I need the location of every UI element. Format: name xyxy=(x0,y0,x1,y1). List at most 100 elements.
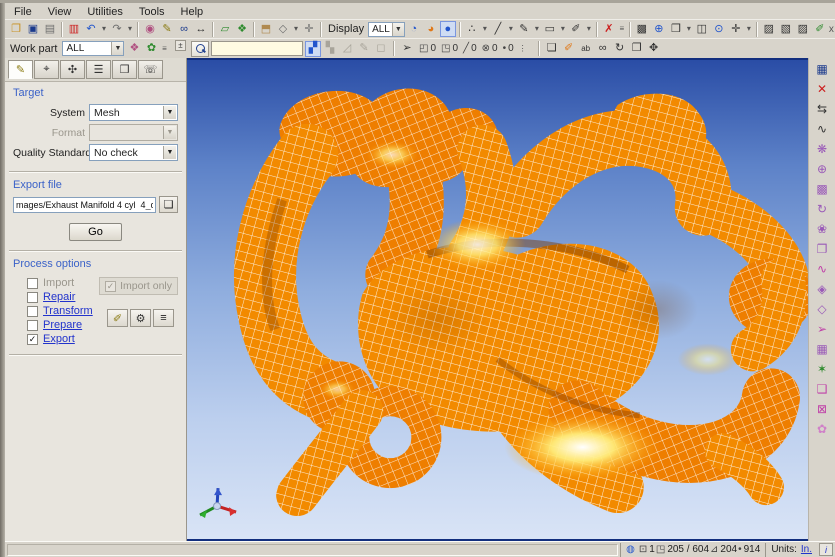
export-link[interactable]: Export xyxy=(43,333,75,345)
toolbar-close-icon[interactable]: x xyxy=(829,22,834,37)
filter-edge-icon[interactable]: ◿ xyxy=(339,41,355,57)
menu-utilities[interactable]: Utilities xyxy=(80,6,129,18)
log-button[interactable]: ✐ xyxy=(107,309,128,327)
mesh-check-icon[interactable]: ❑ xyxy=(813,381,831,397)
filter-point-icon[interactable]: ◻ xyxy=(373,41,389,57)
window-menu-arrow[interactable]: ▾ xyxy=(685,21,693,37)
line-menu-arrow[interactable]: ▾ xyxy=(507,21,515,37)
menu-tools[interactable]: Tools xyxy=(132,6,172,18)
new-note-icon[interactable]: ❏ xyxy=(544,41,560,57)
table-display-icon[interactable]: ▦ xyxy=(813,61,831,77)
browse-file-button[interactable]: ❏ xyxy=(159,196,178,213)
facet-view-icon[interactable]: ◕ xyxy=(423,21,439,37)
window-icon[interactable]: ❒ xyxy=(668,21,684,37)
import-label[interactable]: Import xyxy=(43,277,74,289)
chevron-down-icon[interactable]: ▼ xyxy=(111,42,123,55)
import-checkbox[interactable] xyxy=(27,278,38,289)
refresh-icon[interactable]: ✥ xyxy=(646,41,662,57)
spline-tool-icon[interactable]: ✐ xyxy=(568,21,584,37)
menu-file[interactable]: File xyxy=(7,6,39,18)
mesh-surface-icon[interactable]: ❋ xyxy=(813,141,831,157)
smooth-curve-icon[interactable]: ∿ xyxy=(813,121,831,137)
assembly-icon[interactable]: ❖ xyxy=(126,41,142,57)
paint-icon[interactable]: ✐ xyxy=(561,41,577,57)
selection-more-icon[interactable]: ⋮ xyxy=(518,41,528,57)
filter-face-icon[interactable]: ▚ xyxy=(322,41,338,57)
mesh-plane-icon[interactable]: ◇ xyxy=(813,301,831,317)
mesh-grid-icon[interactable]: ▦ xyxy=(813,341,831,357)
chevron-down-icon[interactable]: ▼ xyxy=(392,23,404,36)
print-icon[interactable]: ▤ xyxy=(42,21,58,37)
cursor-select-icon[interactable]: ➢ xyxy=(399,41,415,57)
snap-off-icon[interactable]: ✗ xyxy=(601,21,617,37)
texture-c-icon[interactable]: ▨ xyxy=(795,21,811,37)
sketch-icon[interactable]: ▱ xyxy=(217,21,233,37)
curve-menu-arrow[interactable]: ▾ xyxy=(533,21,541,37)
tab-contact[interactable]: ☏ xyxy=(138,60,163,79)
export-checkbox[interactable]: ✓ xyxy=(27,334,38,345)
block-icon[interactable]: ◇ xyxy=(275,21,291,37)
mesh-layer-icon[interactable]: ▩ xyxy=(813,181,831,197)
texture-a-icon[interactable]: ▨ xyxy=(761,21,777,37)
swap-edge-icon[interactable]: ⇆ xyxy=(813,101,831,117)
system-select[interactable]: Mesh ▼ xyxy=(89,104,178,121)
save-icon[interactable]: ▣ xyxy=(25,21,41,37)
tab-options[interactable]: ☰ xyxy=(86,60,111,79)
line-tool-icon[interactable]: ╱ xyxy=(490,21,506,37)
snap-more-icon[interactable]: ≡ xyxy=(618,21,626,37)
redo-menu-arrow[interactable]: ▾ xyxy=(126,21,134,37)
extrude-icon[interactable]: ⬒ xyxy=(258,21,274,37)
block-menu-arrow[interactable]: ▾ xyxy=(292,21,300,37)
rotate-icon[interactable]: ↻ xyxy=(612,41,628,57)
menu-view[interactable]: View xyxy=(41,6,79,18)
render-style-icon[interactable]: ● xyxy=(440,21,456,37)
tab-nodes[interactable]: ✣ xyxy=(60,60,85,79)
grid-snap-icon[interactable]: ▩ xyxy=(634,21,650,37)
undo-icon[interactable]: ↶ xyxy=(83,21,99,37)
tab-window[interactable]: ❒ xyxy=(112,60,137,79)
mesh-flower-icon[interactable]: ❀ xyxy=(813,221,831,237)
settings-button[interactable]: ⚙ xyxy=(130,309,151,327)
process-more-icon[interactable]: ≡ xyxy=(153,309,174,327)
glasses-icon[interactable]: ∞ xyxy=(595,41,611,57)
info-button[interactable]: i xyxy=(819,543,833,556)
boolean-icon[interactable]: ✛ xyxy=(301,21,317,37)
exhaust-manifold-mesh[interactable] xyxy=(187,60,808,539)
find-icon[interactable]: ∞ xyxy=(176,21,192,37)
node-curve-icon[interactable]: ∿ xyxy=(813,261,831,277)
abbrev-icon[interactable]: ab xyxy=(578,41,594,57)
copy-window-icon[interactable]: ❐ xyxy=(629,41,645,57)
sketch-edit-icon[interactable]: ✎ xyxy=(159,21,175,37)
mesh-diamond-icon[interactable]: ◈ xyxy=(813,281,831,297)
repair-link[interactable]: Repair xyxy=(43,291,75,303)
tab-connections[interactable]: ⌖ xyxy=(34,60,59,79)
touch-icon[interactable]: ◉ xyxy=(142,21,158,37)
point-tool-icon[interactable]: ∴ xyxy=(464,21,480,37)
profile-tool-icon[interactable]: ▭ xyxy=(542,21,558,37)
undo-menu-arrow[interactable]: ▾ xyxy=(100,21,108,37)
chevron-down-icon[interactable]: ▼ xyxy=(163,106,176,119)
chevron-down-icon[interactable]: ▼ xyxy=(163,126,176,139)
redo-icon[interactable]: ↷ xyxy=(109,21,125,37)
export-file-input[interactable] xyxy=(13,197,156,213)
search-button[interactable] xyxy=(191,41,209,57)
prepare-link[interactable]: Prepare xyxy=(43,319,82,331)
texture-b-icon[interactable]: ▧ xyxy=(778,21,794,37)
orbit-icon[interactable]: ✛ xyxy=(728,21,744,37)
mesh-arrow-icon[interactable]: ➢ xyxy=(813,321,831,337)
search-input[interactable] xyxy=(211,41,303,56)
menu-help[interactable]: Help xyxy=(174,6,211,18)
more-icon[interactable]: ≡ xyxy=(160,41,168,57)
sphere-snap-icon[interactable]: ⊕ xyxy=(651,21,667,37)
delete-face-icon[interactable]: ✕ xyxy=(813,81,831,97)
filter-curve-icon[interactable]: ✎ xyxy=(356,41,372,57)
layers-color-icon[interactable]: ✿ xyxy=(143,41,159,57)
toolbar-overflow-button[interactable]: ± xyxy=(175,40,186,51)
tab-edit[interactable]: ✎ xyxy=(8,60,33,79)
shaded-view-icon[interactable]: ◔ xyxy=(406,21,422,37)
curve-tool-icon[interactable]: ✎ xyxy=(516,21,532,37)
mesh-copy-icon[interactable]: ❐ xyxy=(813,241,831,257)
element-delete-icon[interactable]: ⊠ xyxy=(813,401,831,417)
repair-checkbox[interactable] xyxy=(27,292,38,303)
zoom-icon[interactable]: ⊙ xyxy=(711,21,727,37)
